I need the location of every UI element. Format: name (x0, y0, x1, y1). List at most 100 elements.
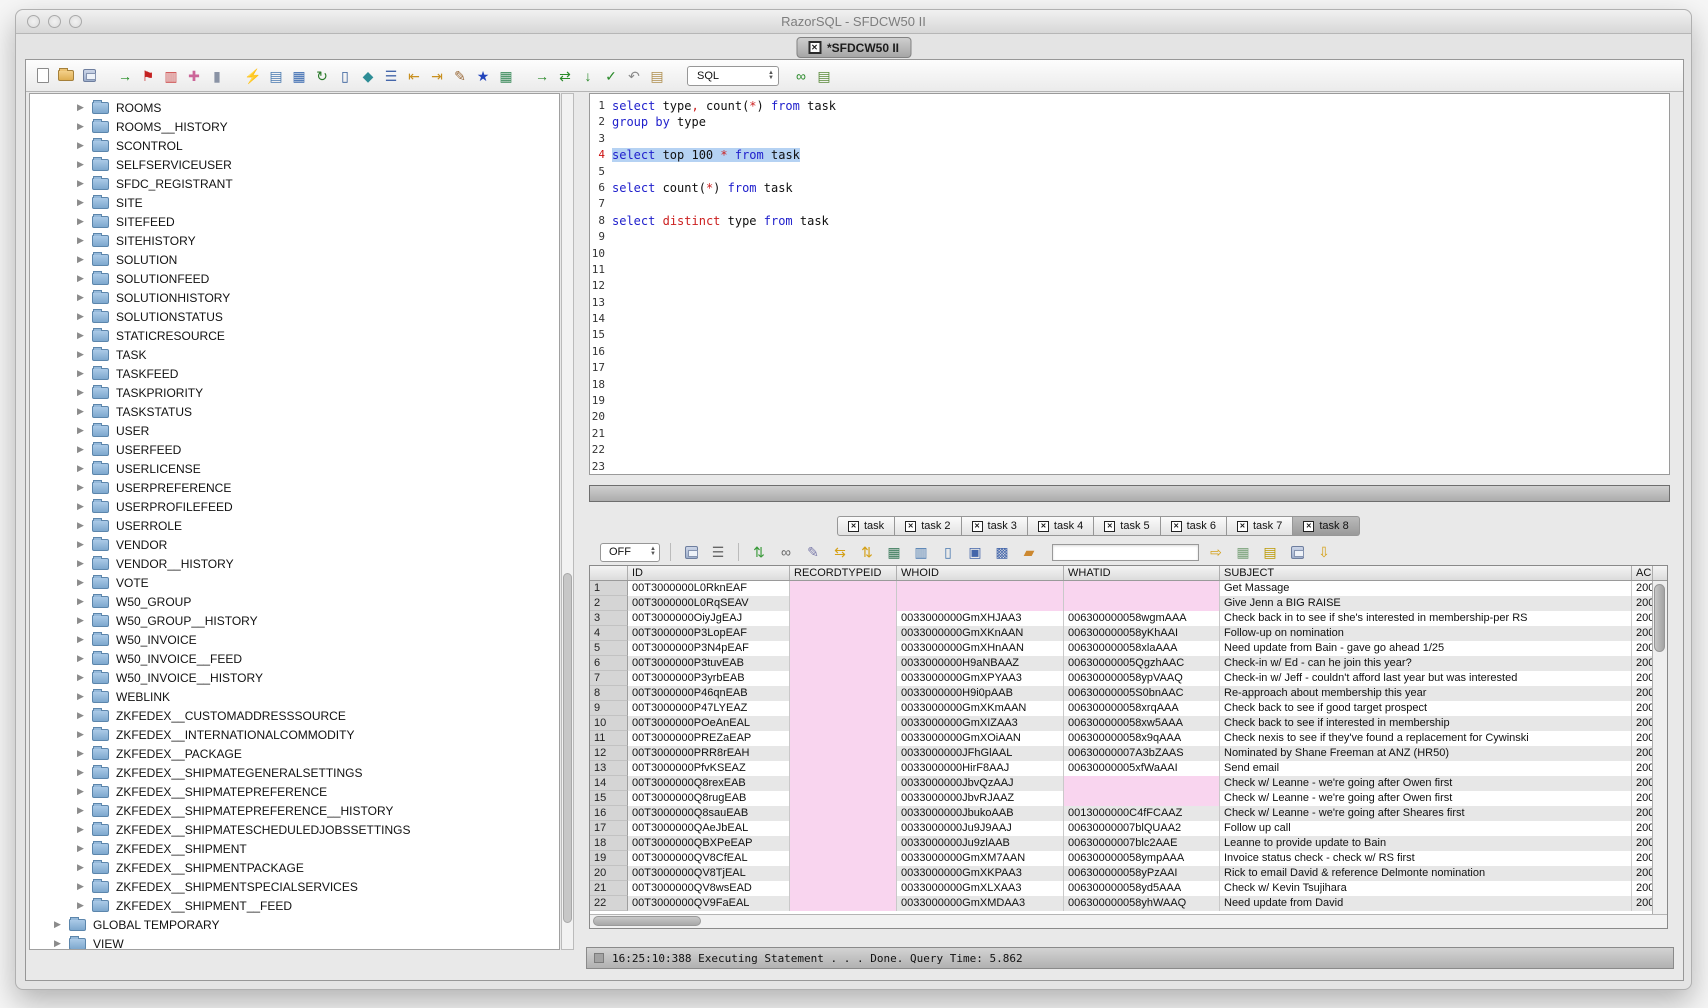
help-book-icon[interactable]: ◆ (358, 66, 378, 86)
cell-recordtypeid[interactable] (790, 596, 897, 611)
disclosure-triangle-icon[interactable]: ▶ (77, 577, 92, 588)
cell-ac[interactable]: 200 (1632, 581, 1653, 596)
cell-subject[interactable]: Check-in w/ Ed - can he join this year? (1220, 656, 1632, 671)
cell-id[interactable]: 00T3000000QV9FaEAL (628, 896, 790, 911)
tree-item[interactable]: ▶SCONTROL (30, 136, 559, 155)
result-tab[interactable]: ✕task 3 (962, 516, 1028, 536)
cell-whatid[interactable]: 00630000005S0bnAAC (1064, 686, 1220, 701)
column-header-whatid[interactable]: WHATID (1064, 566, 1220, 580)
tree-item[interactable]: ▶GLOBAL TEMPORARY (30, 915, 559, 934)
cell-recordtypeid[interactable] (790, 626, 897, 641)
cell-whatid[interactable]: 006300000058yhWAAQ (1064, 896, 1220, 911)
cell-id[interactable]: 00T3000000P3LopEAF (628, 626, 790, 641)
cell-recordtypeid[interactable] (790, 761, 897, 776)
row-number[interactable]: 18 (590, 836, 628, 851)
tree-item[interactable]: ▶USERPROFILEFEED (30, 497, 559, 516)
row-number[interactable]: 12 (590, 746, 628, 761)
increase-indent-icon[interactable]: ⇥ (427, 66, 447, 86)
disclosure-triangle-icon[interactable]: ▶ (77, 121, 92, 132)
cell-id[interactable]: 00T3000000QV8wsEAD (628, 881, 790, 896)
cell-id[interactable]: 00T3000000QV8TjEAL (628, 866, 790, 881)
cell-whatid[interactable]: 006300000058xlaAAA (1064, 641, 1220, 656)
cell-whatid[interactable]: 006300000058ypVAAQ (1064, 671, 1220, 686)
cell-whoid[interactable]: 0033000000GmXPYAA3 (897, 671, 1064, 686)
edit-pencil-icon[interactable]: ✎ (803, 542, 823, 562)
cell-id[interactable]: 00T3000000POeAnEAL (628, 716, 790, 731)
cell-subject[interactable]: Get Massage (1220, 581, 1632, 596)
tree-item[interactable]: ▶TASKSTATUS (30, 402, 559, 421)
close-result-tab-icon[interactable]: ✕ (1303, 521, 1314, 532)
tree-item[interactable]: ▶VENDOR__HISTORY (30, 554, 559, 573)
disclosure-triangle-icon[interactable]: ▶ (77, 710, 92, 721)
table-hscroll-thumb[interactable] (593, 916, 701, 926)
cell-whoid[interactable] (897, 596, 1064, 611)
disclosure-triangle-icon[interactable]: ▶ (77, 786, 92, 797)
cell-subject[interactable]: Follow-up on nomination (1220, 626, 1632, 641)
cell-ac[interactable]: 200 (1632, 701, 1653, 716)
disclosure-triangle-icon[interactable]: ▶ (77, 672, 92, 683)
disclosure-triangle-icon[interactable]: ▶ (77, 615, 92, 626)
open-file-icon[interactable] (56, 66, 76, 86)
column-header-subject[interactable]: SUBJECT (1220, 566, 1632, 580)
tree-item[interactable]: ▶ZKFEDEX__SHIPMATEPREFERENCE__HISTORY (30, 801, 559, 820)
disclosure-triangle-icon[interactable]: ▶ (77, 805, 92, 816)
row-number[interactable]: 5 (590, 641, 628, 656)
cell-id[interactable]: 00T3000000L0RknEAF (628, 581, 790, 596)
cell-whoid[interactable]: 0033000000Ju9zlAAB (897, 836, 1064, 851)
cell-subject[interactable]: Check back in to see if she's interested… (1220, 611, 1632, 626)
disclosure-triangle-icon[interactable]: ▶ (77, 558, 92, 569)
cell-id[interactable]: 00T3000000P3yrbEAB (628, 671, 790, 686)
close-window-button[interactable] (27, 15, 40, 28)
filter-results-icon[interactable]: ☰ (708, 542, 728, 562)
cell-recordtypeid[interactable] (790, 866, 897, 881)
execute-sql-icon[interactable]: ⚡ (243, 66, 263, 86)
disclosure-triangle-icon[interactable]: ▶ (77, 691, 92, 702)
edit-notes-icon[interactable]: ▤ (1260, 542, 1280, 562)
disconnect-database-icon[interactable]: ⚑ (138, 66, 158, 86)
refresh-objects-icon[interactable]: ↻ (312, 66, 332, 86)
cell-ac[interactable]: 200 (1632, 716, 1653, 731)
cell-recordtypeid[interactable] (790, 641, 897, 656)
row-number[interactable]: 4 (590, 626, 628, 641)
cell-ac[interactable]: 200 (1632, 596, 1653, 611)
describe-table-icon[interactable]: ▦ (289, 66, 309, 86)
titlebar[interactable]: RazorSQL - SFDCW50 II (16, 10, 1691, 34)
tree-item[interactable]: ▶ROOMS__HISTORY (30, 117, 559, 136)
disclosure-triangle-icon[interactable]: ▶ (77, 425, 92, 436)
cell-subject[interactable]: Send email (1220, 761, 1632, 776)
go-arrow-icon[interactable]: ⇨ (1206, 542, 1226, 562)
row-number[interactable]: 19 (590, 851, 628, 866)
disclosure-triangle-icon[interactable]: ▶ (77, 482, 92, 493)
result-tab[interactable]: ✕task 8 (1293, 516, 1359, 536)
table-horizontal-scrollbar[interactable] (590, 914, 1667, 928)
cell-whoid[interactable]: 0033000000GmXMDAA3 (897, 896, 1064, 911)
auto-commit-select[interactable]: OFF▲▼ (600, 543, 660, 562)
copy-table-icon[interactable]: ▩ (992, 542, 1012, 562)
cell-whoid[interactable]: 0033000000GmXHnAAN (897, 641, 1064, 656)
results-grid-icon[interactable]: ▤ (814, 66, 834, 86)
cell-id[interactable]: 00T3000000QBXPeEAP (628, 836, 790, 851)
row-number[interactable]: 1 (590, 581, 628, 596)
tree-item[interactable]: ▶USERROLE (30, 516, 559, 535)
tree-item[interactable]: ▶USERLICENSE (30, 459, 559, 478)
save-results-icon[interactable] (681, 542, 701, 562)
disclosure-triangle-icon[interactable]: ▶ (54, 938, 69, 949)
cell-whoid[interactable]: 0033000000GmXIZAA3 (897, 716, 1064, 731)
cell-recordtypeid[interactable] (790, 716, 897, 731)
tree-item[interactable]: ▶ZKFEDEX__SHIPMENT__FEED (30, 896, 559, 915)
tree-item[interactable]: ▶TASKPRIORITY (30, 383, 559, 402)
cell-subject[interactable]: Check w/ Leanne - we're going after Shea… (1220, 806, 1632, 821)
view-results-icon[interactable]: ∞ (791, 66, 811, 86)
disclosure-triangle-icon[interactable]: ▶ (77, 368, 92, 379)
tree-item[interactable]: ▶ZKFEDEX__SHIPMATESCHEDULEDJOBSSETTINGS (30, 820, 559, 839)
tree-item[interactable]: ▶ZKFEDEX__PACKAGE (30, 744, 559, 763)
table-vertical-scrollbar[interactable] (1652, 581, 1667, 915)
cell-ac[interactable]: 200 (1632, 626, 1653, 641)
cell-ac[interactable]: 200 (1632, 791, 1653, 806)
row-number[interactable]: 2 (590, 596, 628, 611)
result-tab[interactable]: ✕task 4 (1028, 516, 1094, 536)
cell-whatid[interactable]: 00630000007blQUAA2 (1064, 821, 1220, 836)
tree-item[interactable]: ▶W50_INVOICE__FEED (30, 649, 559, 668)
disclosure-triangle-icon[interactable]: ▶ (77, 406, 92, 417)
tree-item[interactable]: ▶USER (30, 421, 559, 440)
